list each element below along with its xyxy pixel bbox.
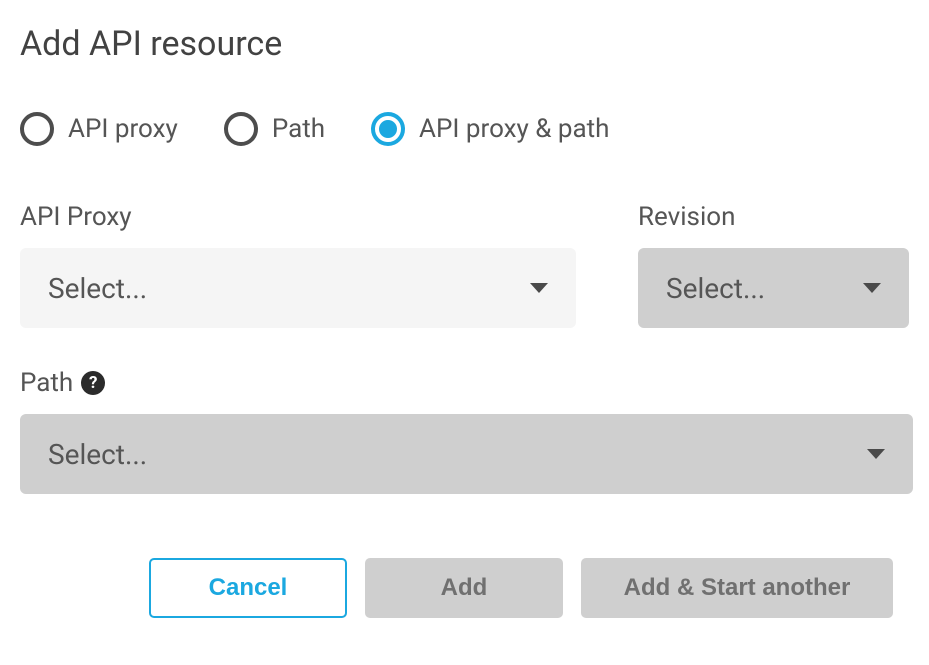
field-api-proxy: API Proxy Select... xyxy=(20,202,576,328)
radio-api-proxy[interactable]: API proxy xyxy=(20,112,178,146)
radio-label: Path xyxy=(272,114,325,144)
page-title: Add API resource xyxy=(20,24,909,64)
field-label-text: Path xyxy=(20,368,73,398)
chevron-down-icon xyxy=(530,283,548,293)
radio-icon xyxy=(20,112,54,146)
field-label-revision: Revision xyxy=(638,202,909,232)
radio-icon xyxy=(224,112,258,146)
add-button[interactable]: Add xyxy=(365,558,563,618)
select-placeholder: Select... xyxy=(48,438,147,471)
radio-label: API proxy xyxy=(68,114,178,144)
add-and-start-another-button[interactable]: Add & Start another xyxy=(581,558,893,618)
select-api-proxy[interactable]: Select... xyxy=(20,248,576,328)
chevron-down-icon xyxy=(867,449,885,459)
help-icon[interactable]: ? xyxy=(81,371,105,395)
form-row-proxy-revision: API Proxy Select... Revision Select... xyxy=(20,202,909,328)
field-label-api-proxy: API Proxy xyxy=(20,202,576,232)
radio-icon xyxy=(371,112,405,146)
field-label-path: Path ? xyxy=(20,368,909,398)
select-placeholder: Select... xyxy=(666,272,765,305)
resource-type-radio-group: API proxy Path API proxy & path xyxy=(20,112,909,146)
field-path: Path ? Select... xyxy=(20,368,909,494)
select-path[interactable]: Select... xyxy=(20,414,913,494)
dialog-button-row: Cancel Add Add & Start another xyxy=(20,558,909,618)
radio-label: API proxy & path xyxy=(419,114,609,144)
radio-api-proxy-and-path[interactable]: API proxy & path xyxy=(371,112,609,146)
radio-path[interactable]: Path xyxy=(224,112,325,146)
radio-dot-icon xyxy=(379,120,397,138)
field-revision: Revision Select... xyxy=(638,202,909,328)
cancel-button[interactable]: Cancel xyxy=(149,558,347,618)
chevron-down-icon xyxy=(863,283,881,293)
select-revision[interactable]: Select... xyxy=(638,248,909,328)
select-placeholder: Select... xyxy=(48,272,147,305)
